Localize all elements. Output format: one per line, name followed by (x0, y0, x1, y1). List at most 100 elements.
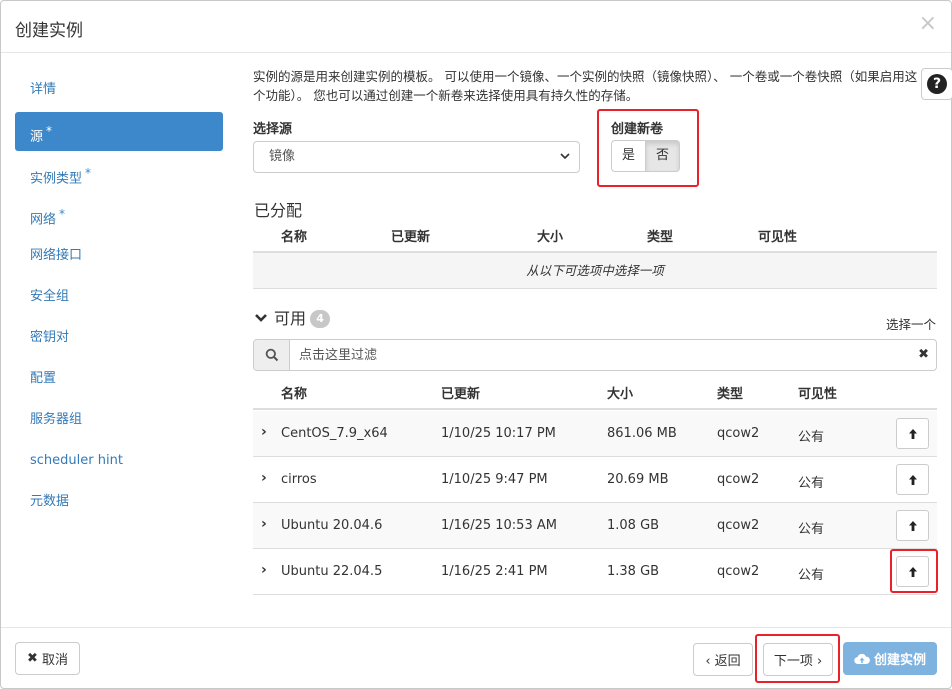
sidebar-item-label: 源 (30, 129, 44, 145)
help-icon: ? (927, 74, 947, 94)
image-type: qcow2 (717, 564, 760, 579)
image-updated: 1/16/25 2:41 PM (441, 564, 548, 579)
sidebar-item-details[interactable]: 详情 (15, 69, 223, 110)
select-source-dropdown[interactable]: 镜像 (253, 141, 580, 173)
sidebar-item-label: 网络接口 (30, 248, 83, 263)
sidebar-item-label: 元数据 (30, 494, 70, 509)
arrow-up-icon (908, 428, 917, 439)
sidebar-item-label: 安全组 (30, 289, 70, 304)
sidebar-item-label: 密钥对 (30, 330, 70, 345)
close-icon: ✖ (27, 651, 38, 666)
modal-title: 创建实例 (15, 21, 83, 41)
arrow-up-icon (908, 474, 917, 485)
back-button[interactable]: ‹ 返回 (693, 643, 753, 676)
image-visibility: 公有 (798, 430, 825, 445)
column-header: 名称 (281, 387, 308, 402)
image-type: qcow2 (717, 426, 760, 441)
chevron-down-icon (559, 142, 571, 184)
required-mark: * (85, 166, 92, 180)
sidebar-item-networks[interactable]: 网络 * (15, 194, 223, 235)
column-header: 大小 (537, 230, 564, 245)
allocate-button[interactable] (896, 418, 929, 449)
create-volume-yes-button[interactable]: 是 (611, 140, 647, 172)
allocate-button[interactable] (896, 510, 929, 541)
required-mark: * (59, 207, 66, 221)
image-visibility: 公有 (798, 476, 825, 491)
filter-input[interactable] (291, 340, 911, 370)
expand-row-icon[interactable]: › (261, 516, 267, 532)
sidebar-item-source[interactable]: 源 * (15, 112, 223, 151)
create-volume-toggle: 是 否 (611, 140, 681, 172)
table-row: › cirros 1/10/25 9:47 PM 20.69 MB qcow2 … (253, 457, 937, 503)
sidebar-item-label: 详情 (30, 82, 57, 97)
allocate-button[interactable] (896, 464, 929, 495)
image-type: qcow2 (717, 472, 760, 487)
create-volume-no-button[interactable]: 否 (645, 140, 681, 172)
image-visibility: 公有 (798, 522, 825, 537)
allocate-button[interactable] (896, 556, 929, 587)
filter-box: ✖ (253, 339, 937, 371)
image-size: 1.08 GB (607, 518, 660, 533)
create-volume-label: 创建新卷 (611, 122, 664, 137)
table-row: › Ubuntu 20.04.6 1/16/25 10:53 AM 1.08 G… (253, 503, 937, 549)
sidebar-item-server-groups[interactable]: 服务器组 (15, 399, 223, 440)
available-title: 可用 (274, 309, 307, 328)
required-mark: * (46, 124, 53, 138)
allocated-table-header: 名称 已更新 大小 类型 可见性 (253, 217, 937, 253)
expand-row-icon[interactable]: › (261, 562, 267, 578)
image-size: 1.38 GB (607, 564, 660, 579)
cloud-upload-icon (854, 653, 870, 664)
sidebar-item-metadata[interactable]: 元数据 (15, 481, 223, 522)
arrow-up-icon (908, 566, 917, 577)
column-header: 已更新 (441, 387, 481, 402)
launch-instance-label: 创建实例 (873, 653, 926, 668)
sidebar-item-label: 网络 (30, 212, 57, 228)
wizard-sidebar: 详情 源 * 实例类型 * 网络 * 网络接口 安全组 密钥对 配置 服务器组 sch… (15, 69, 223, 522)
next-button[interactable]: 下一项 › (763, 643, 833, 676)
sidebar-item-key-pair[interactable]: 密钥对 (15, 317, 223, 358)
clear-filter-icon[interactable]: ✖ (918, 347, 929, 362)
select-source-value: 镜像 (269, 149, 296, 164)
search-icon (254, 340, 290, 370)
launch-instance-button[interactable]: 创建实例 (843, 642, 937, 675)
sidebar-item-label: scheduler hint (30, 453, 123, 468)
sidebar-item-security-groups[interactable]: 安全组 (15, 276, 223, 317)
image-updated: 1/10/25 10:17 PM (441, 426, 556, 441)
main-content: 实例的源是用来创建实例的模板。 可以使用一个镜像、一个实例的快照（镜像快照）、 … (253, 67, 939, 105)
sidebar-item-network-ports[interactable]: 网络接口 (15, 235, 223, 276)
sidebar-item-configuration[interactable]: 配置 (15, 358, 223, 399)
image-name: Ubuntu 22.04.5 (281, 564, 383, 579)
sidebar-item-flavor[interactable]: 实例类型 * (15, 153, 223, 194)
column-header: 可见性 (798, 387, 838, 402)
help-button[interactable]: ? (921, 68, 952, 100)
image-name: Ubuntu 20.04.6 (281, 518, 383, 533)
allocated-empty-row: 从以下可选项中选择一项 (253, 253, 937, 289)
sidebar-item-scheduler-hint[interactable]: scheduler hint (15, 440, 223, 481)
sidebar-item-label: 配置 (30, 371, 57, 386)
select-source-label: 选择源 (253, 122, 293, 137)
cancel-button[interactable]: ✖ 取消 (15, 642, 80, 675)
column-header: 可见性 (758, 230, 798, 245)
available-count-badge: 4 (310, 310, 331, 328)
expand-row-icon[interactable]: › (261, 424, 267, 440)
column-header: 大小 (607, 387, 634, 402)
close-icon[interactable]: × (919, 13, 937, 35)
pick-one-hint: 选择一个 (886, 317, 937, 332)
image-name: CentOS_7.9_x64 (281, 426, 388, 441)
image-updated: 1/10/25 9:47 PM (441, 472, 548, 487)
sidebar-item-label: 实例类型 (30, 171, 83, 187)
image-visibility: 公有 (798, 568, 825, 583)
modal-header: 创建实例 × (1, 1, 951, 53)
image-updated: 1/16/25 10:53 AM (441, 518, 557, 533)
create-instance-modal: 创建实例 × 详情 源 * 实例类型 * 网络 * 网络接口 安全组 密钥对 配置 服… (0, 0, 952, 689)
available-table-header: 名称 已更新 大小 类型 可见性 (253, 374, 937, 410)
image-size: 20.69 MB (607, 472, 669, 487)
column-header: 类型 (717, 387, 744, 402)
available-section-toggle[interactable]: 可用 4 (254, 305, 331, 329)
column-header: 类型 (647, 230, 674, 245)
chevron-down-icon (254, 309, 268, 328)
expand-row-icon[interactable]: › (261, 470, 267, 486)
image-name: cirros (281, 472, 317, 487)
column-header: 已更新 (391, 230, 431, 245)
image-size: 861.06 MB (607, 426, 677, 441)
